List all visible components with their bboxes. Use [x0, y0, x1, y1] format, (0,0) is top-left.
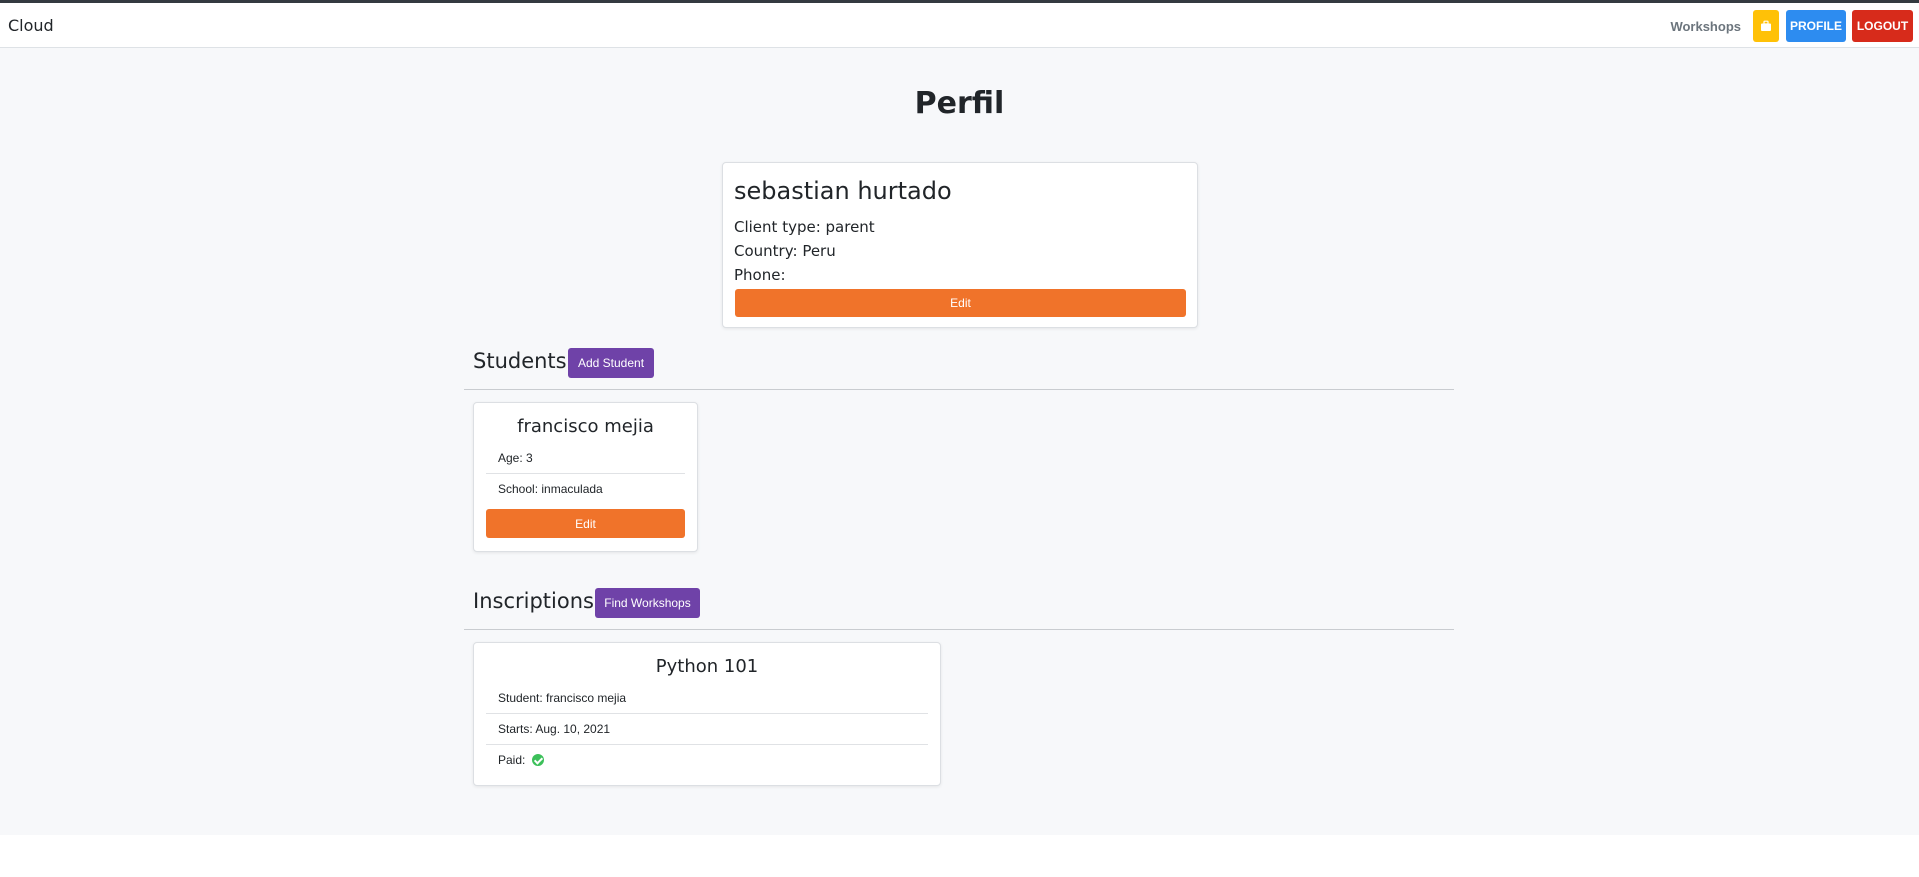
inscription-card: Python 101 Student: francisco mejia Star…	[473, 642, 941, 786]
inscription-workshop: Python 101	[655, 656, 759, 677]
profile-country: Country: Peru	[734, 242, 836, 260]
students-divider	[464, 389, 1454, 390]
student-age: Age: 3	[486, 443, 685, 474]
inscription-starts: Starts: Aug. 10, 2021	[486, 714, 928, 745]
add-student-button[interactable]: Add Student	[568, 348, 654, 378]
inscription-paid: Paid:	[486, 745, 928, 776]
profile-name: sebastian hurtado	[734, 177, 952, 205]
inscriptions-divider	[464, 629, 1454, 630]
student-card: francisco mejia Age: 3 School: inmaculad…	[473, 402, 698, 552]
inscriptions-heading: Inscriptions	[473, 589, 594, 613]
briefcase-icon	[1761, 20, 1771, 31]
navbar: Cloud Workshops PROFILE LOGOUT	[0, 3, 1919, 48]
page-title: Perfil	[914, 86, 1005, 121]
student-school: School: inmaculada	[498, 482, 603, 496]
nav-right: Workshops PROFILE LOGOUT	[1670, 10, 1913, 42]
profile-card: sebastian hurtado Client type: parent Co…	[722, 162, 1198, 328]
find-workshops-button[interactable]: Find Workshops	[595, 588, 700, 618]
profile-edit-button[interactable]: Edit	[735, 289, 1186, 317]
logout-button[interactable]: LOGOUT	[1852, 10, 1913, 42]
profile-client-type: Client type: parent	[734, 218, 875, 236]
students-heading: Students	[473, 349, 567, 373]
paid-label: Paid:	[498, 753, 526, 767]
student-name: francisco mejia	[517, 416, 654, 437]
inscription-student: Student: francisco mejia	[486, 683, 928, 714]
nav-link-workshops[interactable]: Workshops	[1670, 19, 1741, 34]
profile-phone: Phone:	[734, 266, 786, 284]
check-circle-icon	[531, 754, 544, 766]
profile-button[interactable]: PROFILE	[1786, 10, 1846, 42]
cart-button[interactable]	[1753, 10, 1779, 42]
student-edit-button[interactable]: Edit	[486, 509, 685, 538]
brand-link[interactable]: Cloud	[8, 16, 54, 35]
main-content: Perfil sebastian hurtado Client type: pa…	[0, 48, 1919, 835]
